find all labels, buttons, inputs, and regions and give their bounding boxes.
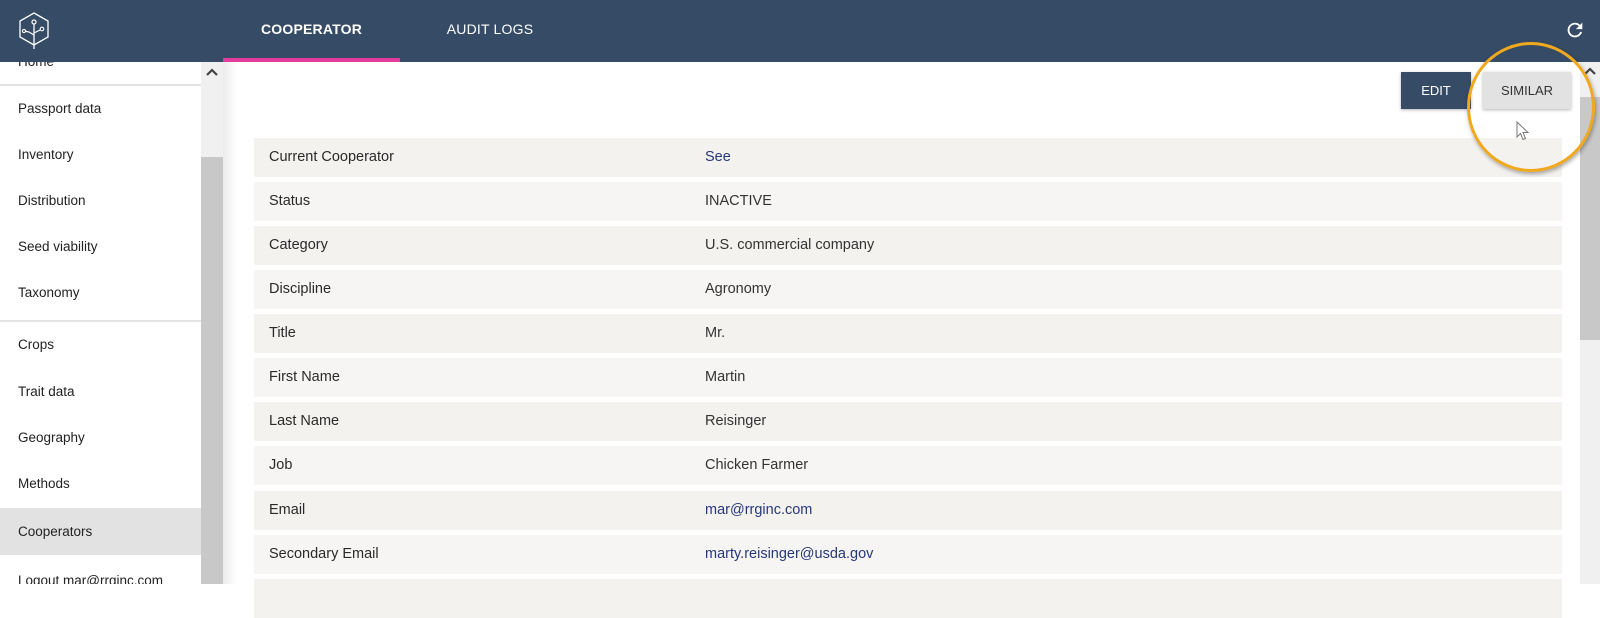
discipline-value: Agronomy [705, 281, 772, 297]
scrollbar-thumb[interactable] [1580, 97, 1600, 340]
sidebar-scrollbar[interactable] [201, 62, 223, 584]
detail-row-status: Status INACTIVE [254, 182, 1562, 221]
similar-button[interactable]: SIMILAR [1483, 72, 1571, 109]
last-name-value: Reisinger [705, 413, 767, 429]
sidebar-item-cooperators[interactable]: Cooperators [0, 508, 201, 555]
tab-audit-logs[interactable]: AUDIT LOGS [428, 0, 552, 62]
detail-row-current-cooperator: Current Cooperator See [254, 138, 1562, 177]
field-label: Last Name [269, 413, 340, 429]
app-logo-icon[interactable] [17, 11, 51, 49]
sidebar-item-logout[interactable]: Logout mar@rrginc.com [0, 555, 201, 584]
email-link[interactable]: mar@rrginc.com [705, 491, 812, 530]
current-cooperator-link[interactable]: See [705, 138, 731, 177]
field-label: Discipline [269, 281, 332, 297]
detail-row-partial [254, 579, 1562, 618]
sidebar-item-geography[interactable]: Geography [0, 415, 201, 461]
scroll-up-arrow-icon[interactable] [206, 67, 218, 77]
detail-row-job: Job Chicken Farmer [254, 446, 1562, 485]
sidebar-item-crops[interactable]: Crops [0, 322, 201, 368]
sidebar-nav: Home Passport data Inventory Distributio… [0, 62, 201, 584]
field-label: Title [269, 325, 296, 341]
sidebar-item-passport-data[interactable]: Passport data [0, 86, 201, 132]
sidebar-item-seed-viability[interactable]: Seed viability [0, 224, 201, 270]
detail-row-email: Email mar@rrginc.com [254, 491, 1562, 530]
field-label: First Name [269, 369, 340, 385]
category-value: U.S. commercial company [705, 237, 875, 253]
detail-row-last-name: Last Name Reisinger [254, 402, 1562, 441]
title-value: Mr. [705, 325, 726, 341]
detail-row-category: Category U.S. commercial company [254, 226, 1562, 265]
sidebar-shadow [223, 62, 237, 584]
field-label: Status [269, 193, 311, 209]
detail-row-first-name: First Name Martin [254, 358, 1562, 397]
field-label: Current Cooperator [269, 149, 394, 165]
sidebar-item-home[interactable]: Home [0, 62, 201, 86]
first-name-value: Martin [705, 369, 746, 385]
sidebar-item-methods[interactable]: Methods [0, 461, 201, 507]
detail-row-secondary-email: Secondary Email marty.reisinger@usda.gov [254, 535, 1562, 574]
field-label: Job [269, 457, 293, 473]
job-value: Chicken Farmer [705, 457, 809, 473]
field-label: Secondary Email [269, 546, 379, 562]
sidebar-item-taxonomy[interactable]: Taxonomy [0, 270, 201, 316]
edit-button[interactable]: EDIT [1401, 72, 1471, 109]
mouse-cursor-icon [1516, 121, 1530, 141]
status-value: INACTIVE [705, 193, 772, 209]
field-label: Category [269, 237, 328, 253]
sidebar-item-trait-data[interactable]: Trait data [0, 369, 201, 415]
detail-row-discipline: Discipline Agronomy [254, 270, 1562, 309]
sidebar-item-distribution[interactable]: Distribution [0, 178, 201, 224]
top-app-bar: COOPERATOR AUDIT LOGS [0, 0, 1600, 62]
tab-cooperator[interactable]: COOPERATOR [223, 0, 400, 62]
main-scrollbar[interactable] [1580, 62, 1600, 584]
sidebar-item-inventory[interactable]: Inventory [0, 132, 201, 178]
field-label: Email [269, 502, 306, 518]
detail-row-title: Title Mr. [254, 314, 1562, 353]
secondary-email-link[interactable]: marty.reisinger@usda.gov [705, 535, 873, 574]
refresh-icon[interactable] [1564, 19, 1586, 41]
scroll-up-arrow-icon[interactable] [1584, 66, 1596, 76]
